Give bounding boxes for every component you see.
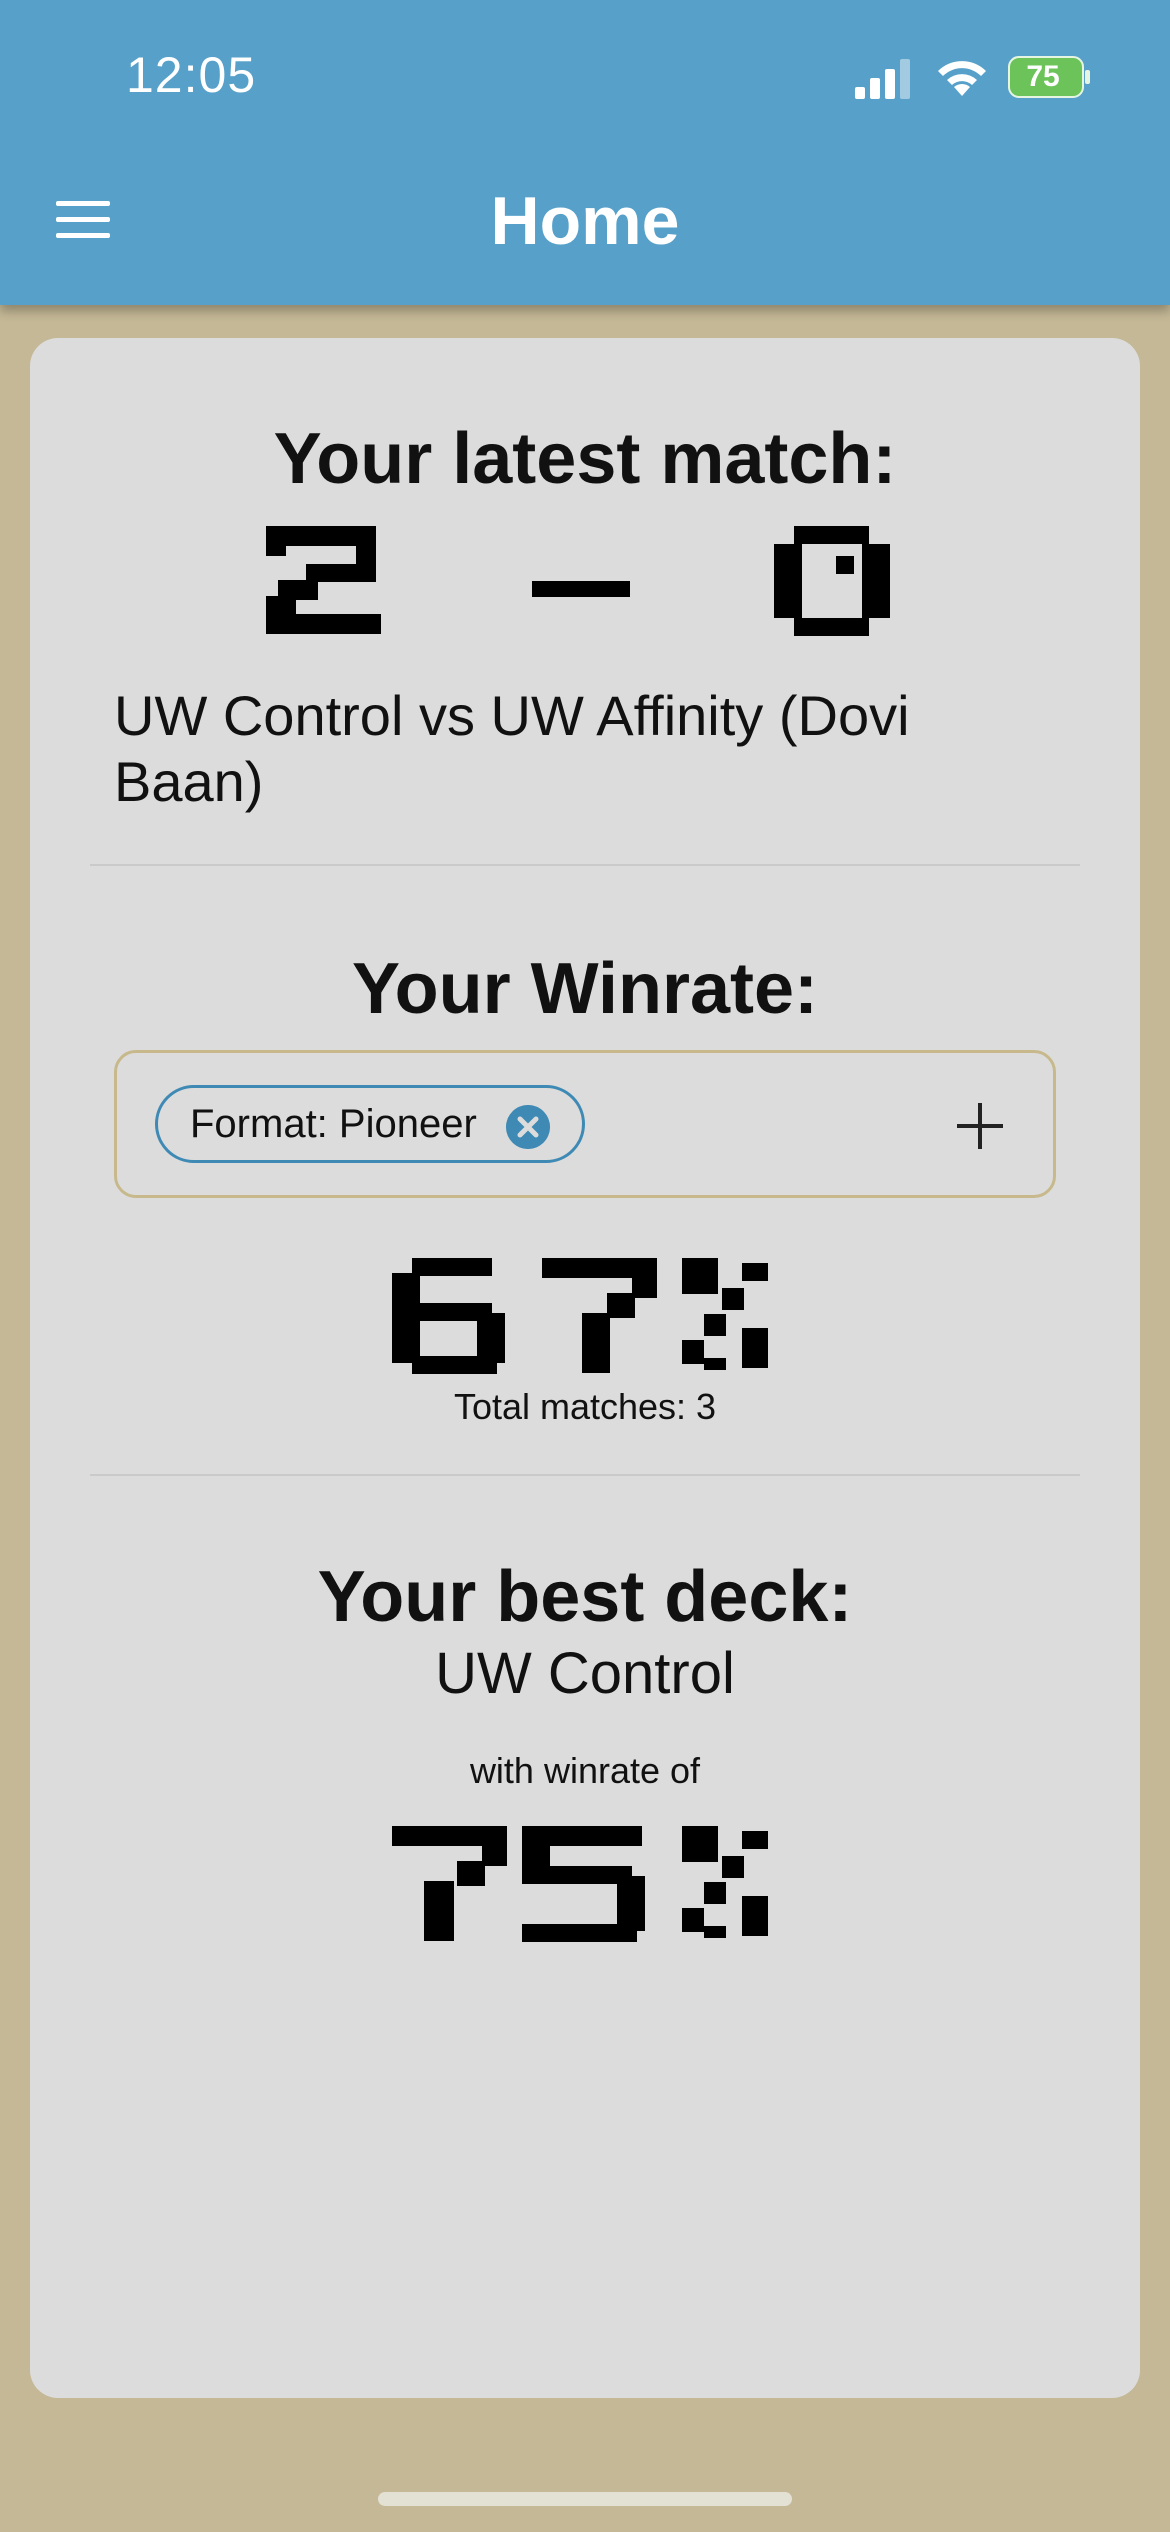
home-card: Your latest match: 2 – 0 UW Control vs U… bbox=[30, 338, 1140, 2398]
filter-chip-format[interactable]: Format: Pioneer bbox=[155, 1085, 585, 1163]
latest-match-description: UW Control vs UW Affinity (Dovi Baan) bbox=[114, 684, 910, 813]
page-title: Home bbox=[490, 183, 680, 259]
latest-match-score-right: 0 bbox=[774, 526, 890, 636]
latest-match-heading: Your latest match: bbox=[273, 419, 897, 499]
battery-percent: 75 bbox=[1026, 60, 1060, 93]
winrate-value: 67% bbox=[392, 1258, 768, 1374]
best-deck-subtitle: with winrate of bbox=[469, 1750, 701, 1791]
best-deck-name: UW Control bbox=[435, 1641, 735, 1706]
divider bbox=[90, 864, 1080, 866]
total-matches: Total matches: 3 bbox=[453, 1386, 717, 1427]
best-deck-winrate-value: 75% bbox=[392, 1826, 768, 1942]
status-time: 12:05 bbox=[126, 47, 257, 103]
latest-match-score-left: 2 bbox=[266, 526, 381, 634]
winrate-heading: Your Winrate: bbox=[351, 949, 819, 1029]
home-indicator[interactable] bbox=[378, 2492, 792, 2506]
filter-chip-label: Format: Pioneer bbox=[190, 1101, 477, 1146]
wifi-icon bbox=[938, 61, 986, 96]
plus-icon[interactable] bbox=[955, 1101, 1005, 1151]
latest-match-score-separator: – bbox=[532, 581, 630, 597]
app-header: 12:05 75 Home bbox=[0, 0, 1170, 305]
divider bbox=[90, 1474, 1080, 1476]
close-circle-icon[interactable] bbox=[506, 1105, 550, 1149]
best-deck-heading: Your best deck: bbox=[317, 1557, 853, 1637]
signal-icon bbox=[855, 59, 910, 99]
filter-input[interactable]: Format: Pioneer bbox=[114, 1050, 1056, 1198]
